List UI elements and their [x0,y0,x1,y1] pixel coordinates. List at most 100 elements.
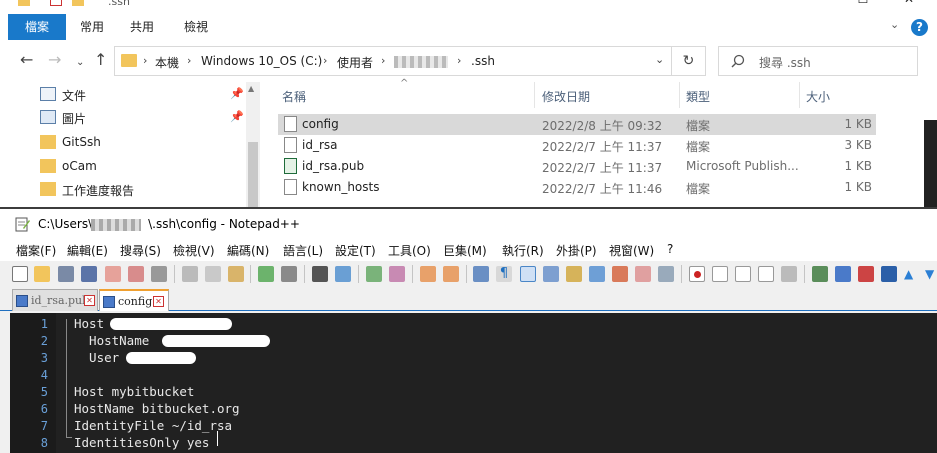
column-header-date[interactable]: 修改日期 [542,88,590,105]
file-row-known-hosts[interactable]: known_hosts 2022/2/7 上午 11:46 檔案 1 KB [278,177,876,198]
help-icon[interactable]: ? [911,19,928,36]
close-all-icon[interactable] [128,266,144,282]
menu-window[interactable]: 視窗(W) [609,242,654,259]
monitoring-icon[interactable] [658,266,674,282]
maximize-button[interactable]: ☐ [840,0,886,12]
paste-icon[interactable] [228,266,244,282]
copy-icon[interactable] [205,266,221,282]
breadcrumb-drive[interactable]: Windows 10_OS (C:) [201,54,322,68]
save-all-icon[interactable] [81,266,97,282]
undo-icon[interactable] [258,266,274,282]
breadcrumb-ssh[interactable]: .ssh [471,54,495,68]
code-editor[interactable]: 1 2 3 4 5 6 7 8 Host HostName User Host … [10,313,937,453]
zoom-in-icon[interactable] [366,266,382,282]
breadcrumb-users[interactable]: 使用者 [337,54,373,71]
menu-search[interactable]: 搜尋(S) [120,242,161,259]
file-row-id-rsa-pub[interactable]: id_rsa.pub 2022/2/7 上午 11:37 Microsoft P… [278,156,876,177]
menu-macro[interactable]: 巨集(M) [443,242,487,259]
menu-file[interactable]: 檔案(F) [16,242,56,259]
chevron-down-icon[interactable]: ⌄ [655,53,664,66]
nav-item-documents[interactable]: 文件 📌 [40,84,250,106]
save-macro-icon[interactable] [781,266,797,282]
column-divider[interactable] [799,82,800,108]
file-row-id-rsa[interactable]: id_rsa 2022/2/7 上午 11:37 檔案 3 KB [278,135,876,156]
ribbon-expand-icon[interactable]: ⌄ [890,18,899,31]
folder-as-workspace-icon[interactable] [612,266,628,282]
address-bar[interactable]: › 本機 › Windows 10_OS (C:) › 使用者 › › .ssh… [114,46,672,76]
save-icon[interactable] [58,266,74,282]
nav-item-gitssh[interactable]: GitSsh [40,132,250,154]
breadcrumb-this-pc[interactable]: 本機 [155,54,179,71]
search-input[interactable]: 搜尋 .ssh [718,46,918,76]
close-button[interactable]: ✕ [886,0,932,12]
arrow-down-icon[interactable]: ▼ [925,266,937,282]
new-folder-icon[interactable] [72,0,84,6]
pin-icon[interactable]: 📌 [230,87,244,100]
redo-icon[interactable] [281,266,297,282]
new-file-icon[interactable] [12,266,28,282]
replace-icon[interactable] [335,266,351,282]
menu-settings[interactable]: 設定(T) [335,242,376,259]
play-macro-icon[interactable] [735,266,751,282]
menu-plugins[interactable]: 外掛(P) [556,242,597,259]
close-tab-icon[interactable]: ✕ [84,295,95,306]
menu-run[interactable]: 執行(R) [502,242,544,259]
column-divider[interactable] [534,82,535,108]
refresh-button[interactable]: ↻ [672,46,706,76]
sync-vertical-icon[interactable] [420,266,436,282]
back-button[interactable]: ← [20,52,33,68]
tab-config[interactable]: config ✕ [99,289,169,311]
stop-macro-icon[interactable] [712,266,728,282]
close-file-icon[interactable] [105,266,121,282]
sync-horizontal-icon[interactable] [443,266,459,282]
menu-edit[interactable]: 編輯(E) [67,242,108,259]
indent-guide-icon[interactable] [520,266,536,282]
scroll-up-icon[interactable]: ▲ [248,84,254,93]
column-header-name[interactable]: 名稱 [282,88,306,105]
run-macro-multiple-icon[interactable] [758,266,774,282]
close-tab-icon[interactable]: ✕ [153,296,164,307]
minimize-button[interactable]: — [794,0,840,12]
menu-encoding[interactable]: 編碼(N) [227,242,269,259]
nav-item-pictures[interactable]: 圖片 📌 [40,107,250,129]
print-icon[interactable] [151,266,167,282]
tab-id-rsa-pub[interactable]: id_rsa.pub ✕ [12,289,98,311]
word-wrap-icon[interactable] [473,266,489,282]
properties-icon[interactable] [50,0,62,6]
open-file-icon[interactable] [34,266,50,282]
nav-item-work-report[interactable]: 工作進度報告 [40,179,250,201]
pin-icon[interactable]: 📌 [230,110,244,123]
nav-item-ocam[interactable]: oCam [40,156,250,178]
scrollbar-thumb[interactable] [248,142,258,208]
zoom-out-icon[interactable] [389,266,405,282]
document-map-icon[interactable] [566,266,582,282]
nav-scrollbar[interactable]: ▲ [246,82,260,210]
recent-locations-icon[interactable]: ⌄ [76,55,84,71]
column-divider[interactable] [679,82,680,108]
clear-list-icon[interactable] [858,266,874,282]
clipboard-history-icon[interactable] [635,266,651,282]
file-row-config[interactable]: config 2022/2/8 上午 09:32 檔案 1 KB [278,114,876,135]
tab-view[interactable]: 檢視 [176,14,216,40]
find-icon[interactable] [312,266,328,282]
menu-language[interactable]: 語言(L) [283,242,323,259]
collapse-icon[interactable] [881,266,897,282]
menu-tools[interactable]: 工具(O) [388,242,431,259]
arrow-up-icon[interactable]: ▲ [904,266,920,282]
show-all-characters-icon[interactable]: ¶ [496,266,512,282]
tab-share[interactable]: 共用 [122,14,162,40]
tab-home[interactable]: 常用 [72,14,112,40]
user-defined-language-icon[interactable] [543,266,559,282]
column-header-size[interactable]: 大小 [806,88,830,105]
tab-file[interactable]: 檔案 [8,14,66,40]
forward-button[interactable]: → [48,52,61,68]
up-button[interactable]: ↑ [94,52,107,68]
cut-icon[interactable] [182,266,198,282]
record-macro-icon[interactable] [689,266,705,282]
list-icon[interactable] [835,266,851,282]
function-list-icon[interactable] [589,266,605,282]
column-header-type[interactable]: 類型 [686,88,710,105]
download-icon[interactable] [812,266,828,282]
menu-help[interactable]: ? [667,242,673,256]
menu-view[interactable]: 檢視(V) [173,242,215,259]
